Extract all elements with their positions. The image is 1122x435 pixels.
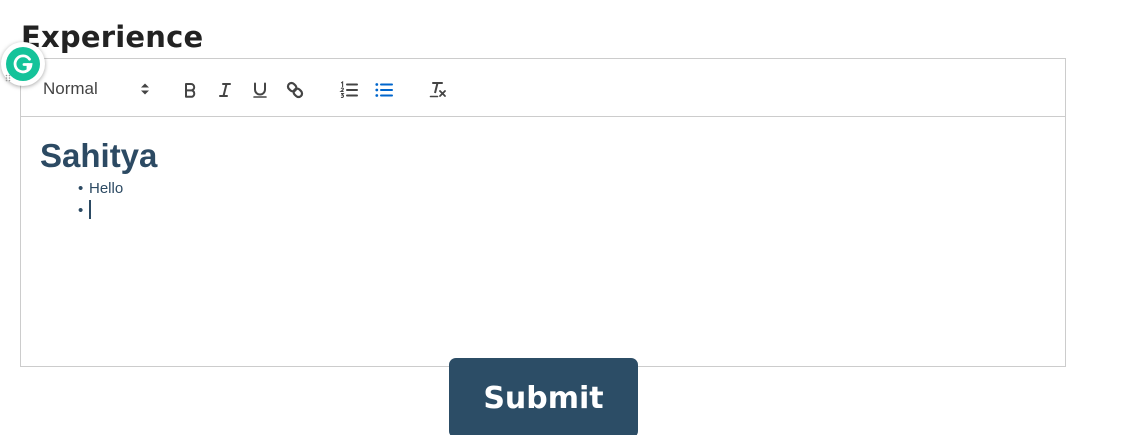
editor-toolbar: Normal [21,59,1065,117]
ordered-list-button[interactable] [336,77,362,103]
link-icon [286,81,304,99]
bullet-list-icon [375,83,393,97]
list-item: • Hello [78,178,1055,200]
select-arrows-icon [141,83,149,95]
clear-formatting-icon [429,82,446,98]
ordered-list-icon [339,80,358,98]
italic-button[interactable] [212,77,238,103]
content-heading: Sahitya [40,137,158,174]
section-title: Experience [21,20,204,54]
grammarly-button[interactable] [1,42,45,86]
drag-handle-icon[interactable] [5,74,11,82]
submit-button[interactable]: Submit [449,358,638,435]
header-format-value: Normal [43,79,98,98]
bullet-list: • Hello • [40,178,1055,222]
bullet-marker: • [78,202,84,219]
grammarly-icon [6,47,40,81]
editor-content[interactable]: Sahitya • Hello • [40,136,1055,222]
list-item-text: Hello [89,180,124,197]
clear-formatting-button[interactable] [425,77,451,103]
underline-button[interactable] [247,77,273,103]
underline-icon [253,82,267,98]
header-format-select[interactable]: Normal [43,77,151,101]
italic-icon [219,83,231,97]
text-cursor [89,200,91,219]
list-item: • [78,200,1055,222]
bullet-marker: • [78,180,84,197]
bullet-list-button[interactable] [371,77,397,103]
rich-text-editor: Normal Sahitya • Hello • [20,58,1066,367]
bold-icon [185,83,196,98]
link-button[interactable] [282,77,308,103]
bold-button[interactable] [177,77,203,103]
